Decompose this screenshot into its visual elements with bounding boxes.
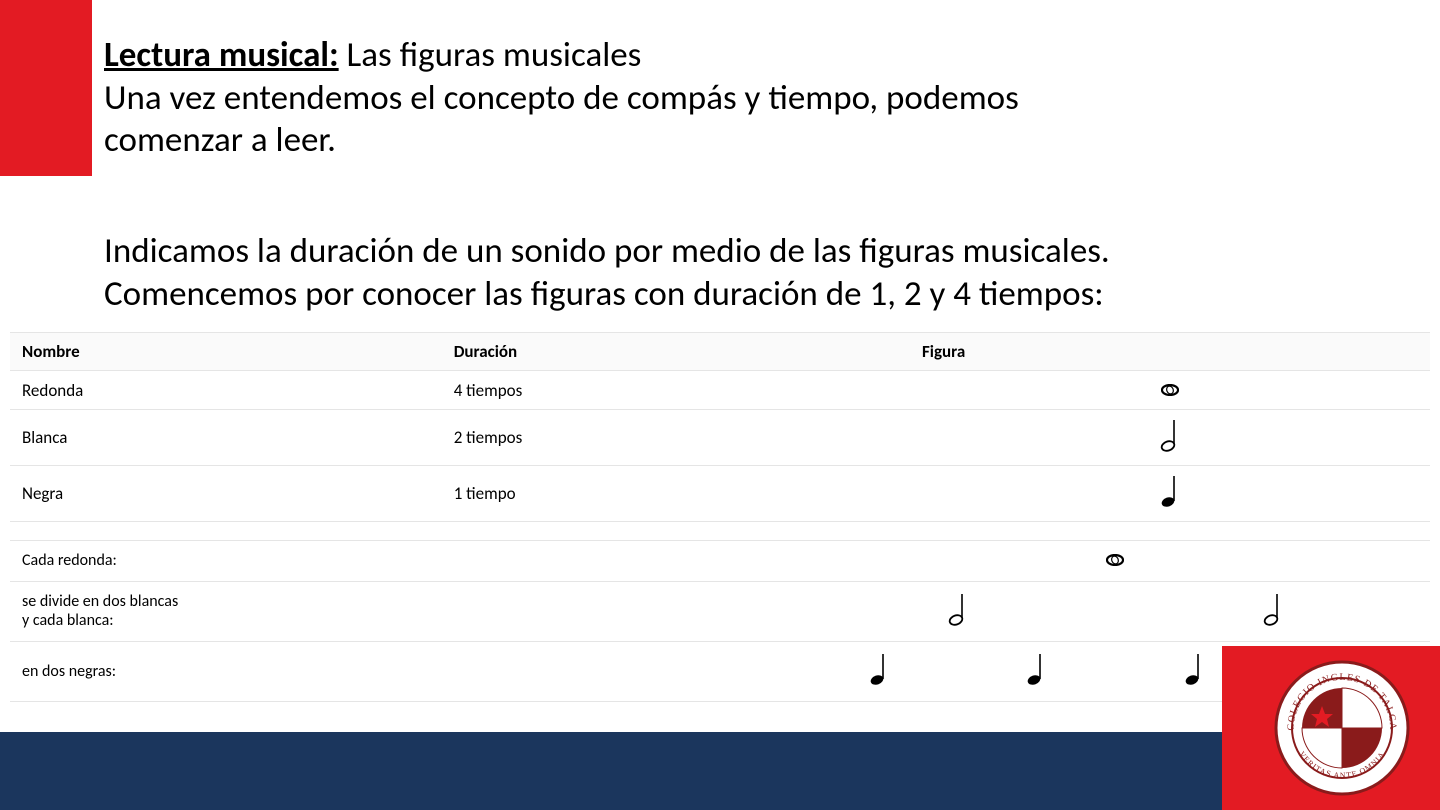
col-nombre: Nombre [10, 333, 442, 371]
table-row: Blanca 2 tiempos [10, 410, 1430, 466]
quarter-note-icon [1159, 474, 1181, 513]
cell-figura [910, 410, 1430, 466]
text-content: Lectura musical: Las figuras musicales U… [104, 34, 1400, 315]
cell-duracion: 1 tiempo [442, 466, 910, 522]
col-figura: Figura [910, 333, 1430, 371]
paragraph-2b: Comencemos por conocer las figuras con d… [104, 273, 1400, 316]
cell-nombre: Negra [10, 466, 442, 522]
whole-note-icon [1106, 552, 1124, 571]
paragraph-1b: comenzar a leer. [104, 119, 1400, 162]
cell-duracion: 2 tiempos [442, 410, 910, 466]
cell-label: en dos negras: [10, 641, 800, 701]
cell-figura [910, 371, 1430, 410]
cell-figura [910, 466, 1430, 522]
half-note-icon [1159, 418, 1181, 457]
quarter-note-icon [1025, 652, 1047, 691]
table-row: en dos negras: [10, 641, 1430, 701]
accent-block-top [0, 0, 92, 176]
half-note-icon [1262, 592, 1284, 631]
cell-nombre: Blanca [10, 410, 442, 466]
cell-nombre: Redonda [10, 371, 442, 410]
cell-notes [800, 641, 958, 701]
half-note-icon [947, 592, 969, 631]
table-row: Cada redonda: [10, 541, 1430, 582]
slide: Lectura musical: Las figuras musicales U… [0, 0, 1440, 810]
table-header-row: Nombre Duración Figura [10, 333, 1430, 371]
figures-table: Nombre Duración Figura Redonda 4 tiempos… [10, 332, 1430, 522]
table-row: Redonda 4 tiempos [10, 371, 1430, 410]
cell-notes [800, 581, 1115, 641]
quarter-note-icon [868, 652, 890, 691]
whole-note-icon [1161, 380, 1179, 401]
cell-label: Cada redonda: [10, 541, 800, 582]
cell-label: se divide en dos blancas y cada blanca: [10, 581, 800, 641]
cell-notes [958, 641, 1116, 701]
cell-notes [800, 541, 1430, 582]
title-prefix: Lectura musical: [104, 34, 339, 76]
table-row: se divide en dos blancas y cada blanca: [10, 581, 1430, 641]
subdivision-table: Cada redonda: se divide en dos blancas y… [10, 540, 1430, 702]
quarter-note-icon [1183, 652, 1205, 691]
title-line: Lectura musical: Las figuras musicales [104, 34, 1400, 77]
paragraph-1a: Una vez entendemos el concepto de compás… [104, 77, 1400, 120]
cell-duracion: 4 tiempos [442, 371, 910, 410]
paragraph-2a: Indicamos la duración de un sonido por m… [104, 230, 1400, 273]
title-rest: Las figuras musicales [339, 34, 642, 76]
col-duracion: Duración [442, 333, 910, 371]
cell-notes [1115, 581, 1430, 641]
table-row: Negra 1 tiempo [10, 466, 1430, 522]
school-logo-icon: COLEGIO INGLES DE TALCA VERITAS ANTE OMN… [1272, 658, 1412, 798]
